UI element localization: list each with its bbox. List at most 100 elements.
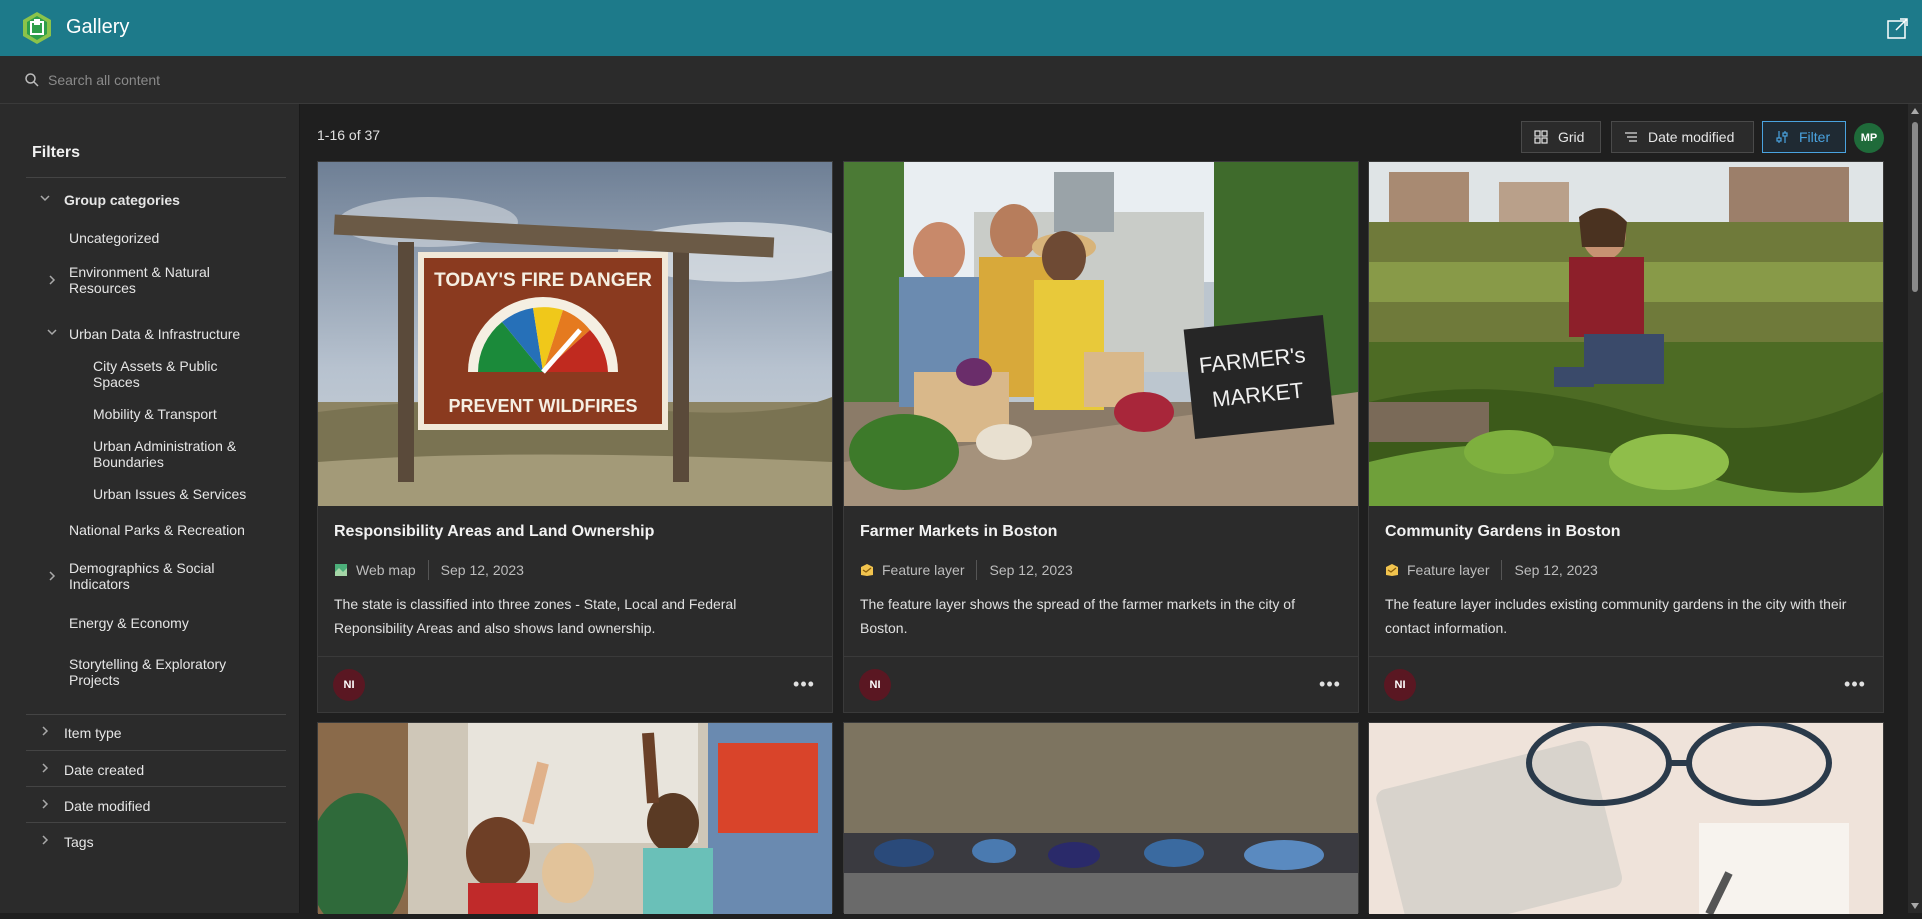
category-label: Uncategorized — [69, 230, 160, 246]
aerial-street-image — [844, 723, 1358, 914]
card-date: Sep 12, 2023 — [1514, 562, 1598, 578]
filter-sliders-icon — [1776, 131, 1788, 143]
content-card[interactable]: Community Gardens in Boston Feature laye… — [1368, 161, 1884, 713]
card-title[interactable]: Farmer Markets in Boston — [860, 523, 1057, 541]
category-item-national-parks[interactable]: National Parks & Recreation — [26, 516, 286, 544]
grid-view-button[interactable]: Grid — [1521, 121, 1601, 153]
subcategory-item-mobility[interactable]: Mobility & Transport — [26, 400, 286, 428]
owner-avatar[interactable]: NI — [859, 669, 891, 701]
divider — [26, 177, 286, 178]
scroll-down-arrow-icon[interactable] — [1911, 903, 1919, 909]
card-description: The feature layer shows the spread of th… — [860, 596, 1295, 636]
card-divider — [844, 656, 1358, 657]
sign-top-text: TODAY'S FIRE DANGER — [434, 270, 652, 291]
grid-icon — [1534, 130, 1548, 144]
category-item-storytelling[interactable]: Storytelling & Exploratory Projects — [26, 654, 286, 690]
more-options-icon[interactable]: ••• — [792, 674, 816, 698]
owner-avatar[interactable]: NI — [333, 669, 365, 701]
user-avatar[interactable]: MP — [1854, 123, 1884, 153]
scrollbar-thumb[interactable] — [1912, 122, 1918, 292]
card-title[interactable]: Community Gardens in Boston — [1385, 523, 1621, 541]
card-divider — [318, 656, 832, 657]
card-description: The state is classified into three zones… — [334, 596, 737, 636]
card-meta: Feature layer Sep 12, 2023 — [860, 560, 1073, 580]
category-item-urban-data[interactable]: Urban Data & Infrastructure — [26, 320, 286, 348]
filter-section-date-created[interactable]: Date created — [26, 755, 286, 783]
sign-bottom-text: PREVENT WILDFIRES — [448, 396, 637, 416]
community-garden-image — [1369, 162, 1883, 506]
filter-button[interactable]: Filter — [1762, 121, 1846, 153]
sort-button[interactable]: Date modified — [1611, 121, 1754, 153]
sort-icon — [1625, 132, 1637, 142]
category-item-environment[interactable]: Environment & Natural Resources — [26, 262, 286, 298]
chevron-right-icon — [42, 726, 49, 736]
divider — [26, 714, 286, 715]
content-card[interactable] — [843, 722, 1359, 914]
more-options-icon[interactable]: ••• — [1843, 674, 1867, 698]
grid-button-label: Grid — [1558, 129, 1585, 145]
card-title[interactable]: Responsibility Areas and Land Ownership — [334, 523, 654, 541]
card-thumbnail[interactable]: FARMER's MARKET — [844, 162, 1358, 506]
subcategory-label: Urban Administration & Boundaries — [93, 438, 237, 470]
category-label: Urban Data & Infrastructure — [69, 326, 241, 342]
app-title: Gallery — [66, 16, 130, 38]
filter-button-label: Filter — [1799, 129, 1831, 145]
category-label: Environment & Natural Resources — [69, 264, 210, 296]
category-item-uncategorized[interactable]: Uncategorized — [26, 224, 286, 252]
chevron-right-icon[interactable] — [46, 274, 58, 286]
feature-layer-icon — [1386, 564, 1398, 576]
more-options-icon[interactable]: ••• — [1318, 674, 1342, 698]
chevron-down-icon[interactable] — [46, 326, 58, 338]
content-card[interactable]: FARMER's MARKET Farmer Markets in Boston — [843, 161, 1359, 713]
group-categories-toggle[interactable]: Group categories — [26, 186, 286, 214]
content-card[interactable] — [1368, 720, 1884, 919]
share-icon[interactable] — [1886, 16, 1910, 40]
subcategory-label: City Assets & Public Spaces — [93, 358, 218, 390]
category-label: National Parks & Recreation — [69, 522, 245, 538]
subcategory-item-urban-issues[interactable]: Urban Issues & Services — [26, 480, 286, 508]
divider — [26, 786, 286, 787]
feature-layer-icon — [861, 564, 873, 576]
category-item-energy[interactable]: Energy & Economy — [26, 609, 286, 637]
subcategory-label: Mobility & Transport — [93, 406, 217, 422]
content-card[interactable]: TODAY'S FIRE DANGER PREVENT WILDFIRES Re… — [317, 161, 833, 713]
card-thumbnail[interactable]: TODAY'S FIRE DANGER PREVENT WILDFIRES — [318, 162, 832, 506]
divider — [26, 750, 286, 751]
chevron-right-icon — [42, 835, 49, 845]
category-label: Energy & Economy — [69, 615, 189, 631]
farmer-market-image: FARMER's MARKET — [844, 162, 1358, 506]
group-categories-label: Group categories — [64, 192, 180, 208]
gallery-main: 1-16 of 37 Grid Date modified Filter MP — [300, 104, 1922, 919]
fire-danger-sign-image: TODAY'S FIRE DANGER PREVENT WILDFIRES — [318, 162, 832, 506]
filter-section-label: Date created — [64, 762, 145, 778]
filter-section-tags[interactable]: Tags — [26, 827, 286, 855]
scroll-up-arrow-icon[interactable] — [1911, 108, 1919, 114]
filter-section-label: Date modified — [64, 798, 151, 814]
owner-avatar[interactable]: NI — [1384, 669, 1416, 701]
subcategory-item-urban-admin[interactable]: Urban Administration & Boundaries — [26, 436, 286, 472]
category-item-demographics[interactable]: Demographics & Social Indicators — [26, 558, 286, 594]
filter-section-item-type[interactable]: Item type — [26, 718, 286, 746]
filter-section-label: Item type — [64, 725, 122, 741]
sort-button-label: Date modified — [1648, 129, 1735, 145]
card-meta: Web map Sep 12, 2023 — [334, 560, 524, 580]
category-label: Demographics & Social Indicators — [69, 560, 215, 592]
search-input[interactable] — [48, 68, 848, 92]
chevron-right-icon[interactable] — [46, 570, 58, 582]
meta-divider — [976, 560, 978, 580]
card-item-type: Feature layer — [1407, 562, 1490, 578]
app-logo-icon[interactable] — [20, 11, 54, 45]
subcategory-item-city-assets[interactable]: City Assets & Public Spaces — [26, 356, 286, 392]
filter-section-date-modified[interactable]: Date modified — [26, 791, 286, 819]
divider — [26, 822, 286, 823]
card-item-type: Feature layer — [882, 562, 965, 578]
content-card[interactable] — [308, 722, 833, 919]
page-scrollbar[interactable] — [1908, 104, 1922, 913]
meta-divider — [1501, 560, 1503, 580]
filters-title: Filters — [32, 144, 81, 161]
card-date: Sep 12, 2023 — [989, 562, 1073, 578]
card-meta: Feature layer Sep 12, 2023 — [1385, 560, 1598, 580]
card-date: Sep 12, 2023 — [440, 562, 524, 578]
filters-sidebar: Filters Group categories Uncategorized E… — [0, 104, 300, 913]
card-thumbnail[interactable] — [1369, 162, 1883, 506]
